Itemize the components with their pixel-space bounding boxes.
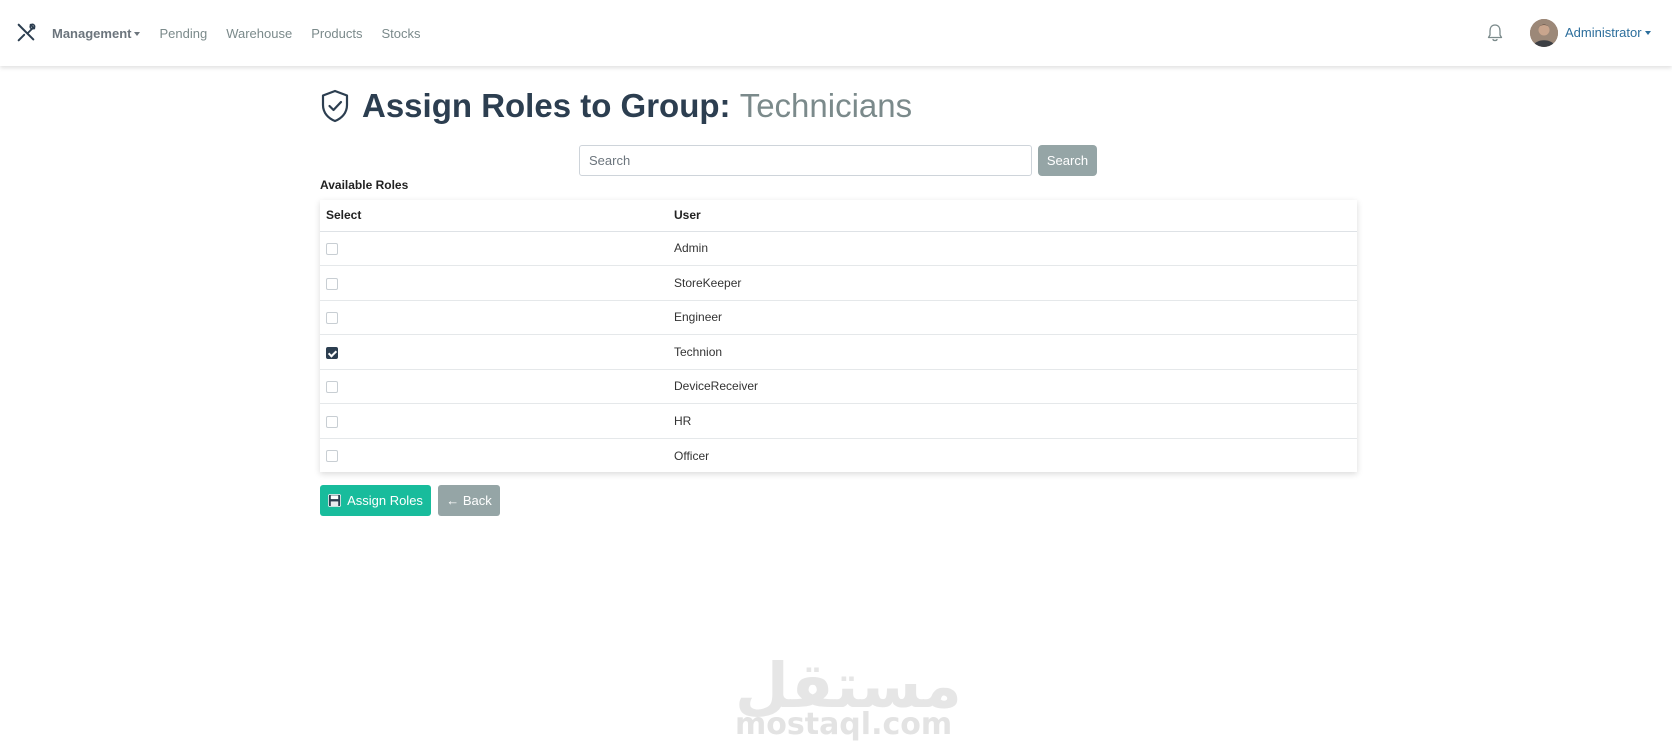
back-button[interactable]: ← Back	[438, 485, 500, 516]
select-cell	[320, 438, 668, 473]
assign-roles-button[interactable]: Assign Roles	[320, 485, 431, 516]
group-name: Technicians	[739, 87, 913, 124]
role-name: HR	[668, 403, 1357, 439]
nav-links: Management Pending Warehouse Products St…	[52, 0, 440, 66]
tools-icon[interactable]	[15, 22, 37, 44]
role-checkbox[interactable]	[326, 243, 338, 256]
role-checkbox[interactable]	[326, 415, 338, 428]
avatar[interactable]	[1530, 19, 1558, 47]
assign-roles-label: Assign Roles	[347, 493, 423, 508]
table-row: Engineer	[320, 300, 1357, 335]
roles-table-card: Select User Admin StoreKeeper Engineer Tech…	[320, 200, 1357, 472]
table-row: DeviceReceiver	[320, 369, 1357, 404]
select-cell	[320, 231, 668, 266]
chevron-down-icon	[134, 32, 141, 37]
nav-item-management[interactable]: Management	[52, 26, 141, 41]
select-cell	[320, 334, 668, 370]
select-cell	[320, 300, 668, 335]
role-checkbox[interactable]	[326, 277, 338, 290]
role-checkbox[interactable]	[326, 346, 338, 359]
role-name: Engineer	[668, 300, 1357, 335]
shield-check-icon	[321, 89, 349, 123]
role-name: Officer	[674, 448, 710, 463]
select-cell	[320, 369, 668, 404]
table-row: Admin	[320, 231, 1357, 266]
table-header-row: Select User	[320, 200, 1357, 232]
role-name: Technion	[668, 334, 1357, 370]
column-header-user: User	[668, 200, 1357, 232]
select-cell	[320, 403, 668, 439]
table-row: Officer	[320, 438, 1357, 473]
role-name: StoreKeeper	[668, 265, 1357, 301]
search-input[interactable]	[579, 145, 1032, 176]
watermark-logo: مستقل mostaql.com	[735, 655, 962, 743]
role-name: Admin	[668, 231, 1357, 266]
available-roles-label: Available Roles	[320, 178, 409, 192]
bell-icon[interactable]	[1486, 23, 1504, 43]
nav-item-warehouse[interactable]: Warehouse	[226, 26, 292, 41]
floppy-disk-icon	[328, 494, 341, 507]
watermark-latin: mostaql.com	[735, 707, 953, 742]
role-checkbox[interactable]	[326, 312, 338, 325]
roles-table: Select User Admin StoreKeeper Engineer Tech…	[320, 200, 1357, 473]
search-button[interactable]: Search	[1038, 145, 1097, 176]
chevron-down-icon[interactable]	[1645, 31, 1651, 35]
column-header-select: Select	[320, 200, 668, 232]
page-heading: Assign Roles to Group: Technicians	[362, 87, 912, 125]
role-checkbox[interactable]	[326, 381, 338, 394]
select-cell	[320, 265, 668, 301]
nav-item-stocks[interactable]: Stocks	[382, 26, 421, 41]
roles-table-body: Admin StoreKeeper Engineer Technion DeviceRe…	[320, 231, 1357, 473]
nav-item-pending[interactable]: Pending	[159, 26, 207, 41]
title-prefix: Assign Roles to Group:	[362, 87, 740, 124]
user-menu-name[interactable]: Administrator	[1565, 25, 1642, 40]
page-title: Assign Roles to Group: Technicians	[320, 87, 912, 125]
top-navbar: Management Pending Warehouse Products St…	[0, 0, 1672, 66]
table-row: Technion	[320, 334, 1357, 370]
table-row: StoreKeeper	[320, 265, 1357, 301]
table-row: HR	[320, 403, 1357, 439]
nav-item-products[interactable]: Products	[311, 26, 362, 41]
role-checkbox[interactable]	[326, 450, 338, 463]
role-name: DeviceReceiver	[668, 369, 1357, 404]
